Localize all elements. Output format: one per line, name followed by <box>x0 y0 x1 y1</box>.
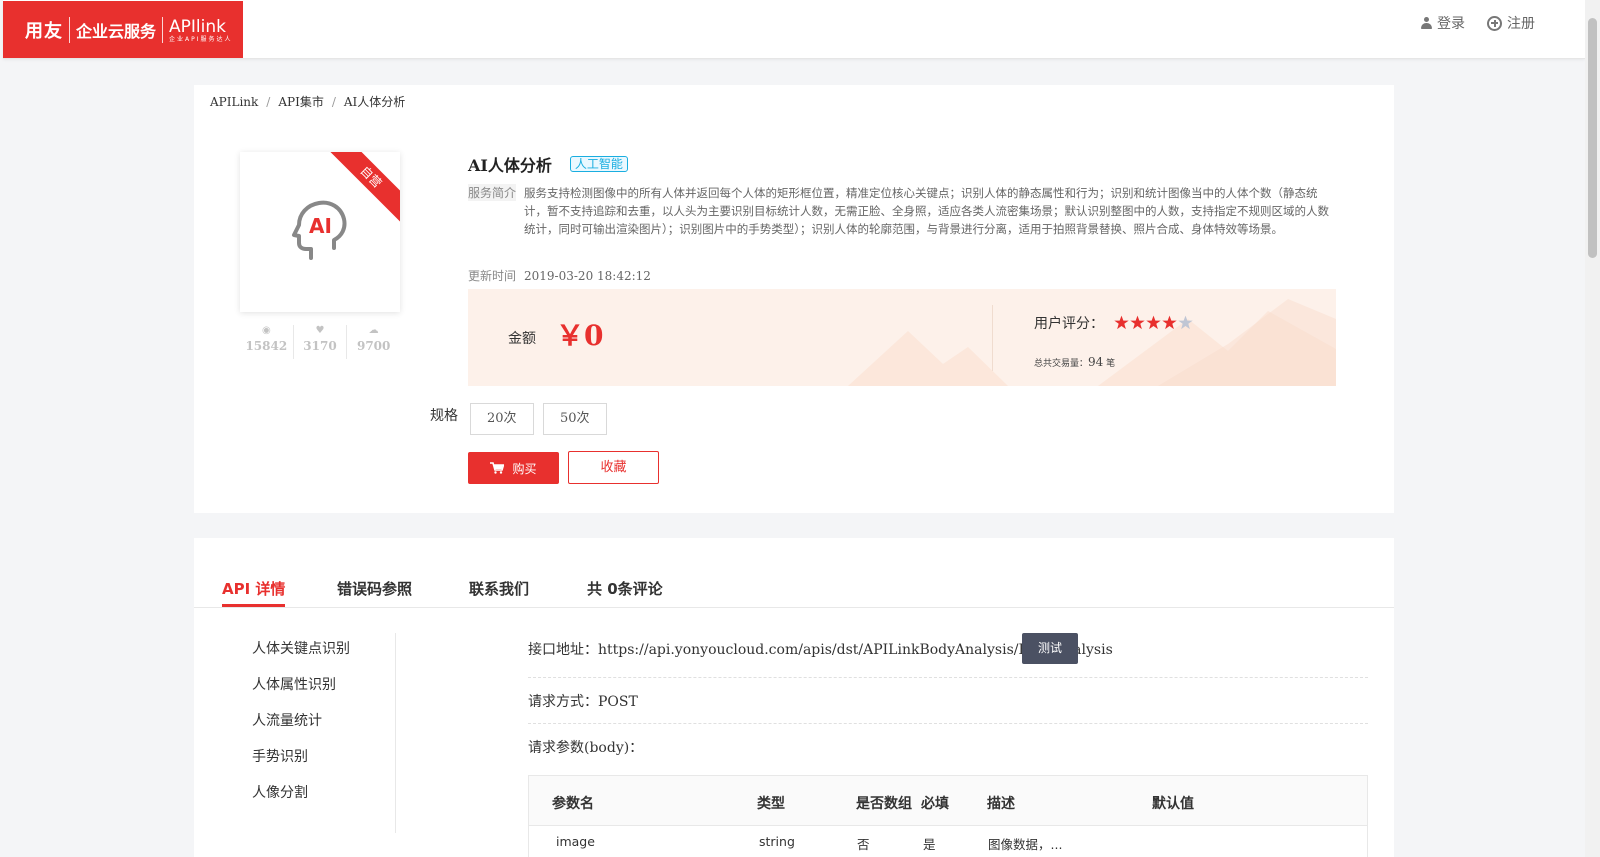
price-value: ￥0 <box>556 319 604 352</box>
api-sidebar: 人体关键点识别 人体属性识别 人流量统计 手势识别 人像分割 <box>234 633 396 833</box>
param-is-array: 否 <box>857 837 870 852</box>
spec-label: 规格 <box>430 408 458 424</box>
description-label: 服务简介 <box>468 184 517 201</box>
register-link[interactable]: 注册 <box>1487 13 1535 33</box>
product-stats: ◉ 15842 ♥ 3170 ☁ 9700 <box>240 325 400 359</box>
ai-icon-text: AI <box>309 214 332 238</box>
ai-head-icon: AI <box>292 200 347 260</box>
buy-button[interactable]: 购买 <box>468 452 559 484</box>
star-empty-icon <box>1178 315 1193 330</box>
star-filled-icon <box>1146 315 1161 330</box>
rating-stars <box>1114 315 1193 330</box>
breadcrumb-home[interactable]: APILink <box>210 95 258 109</box>
test-button[interactable]: 测试 <box>1022 633 1078 664</box>
logo-service: 企业云服务 <box>76 21 157 41</box>
sidebar-item-segmentation[interactable]: 人像分割 <box>252 782 308 802</box>
breadcrumb: APILink / API集市 / AI人体分析 <box>210 95 406 109</box>
cart-icon <box>490 462 505 474</box>
detail-tabs: API 详情 错误码参照 联系我们 共 0条评论 <box>194 538 1394 608</box>
logo-divider <box>69 16 70 43</box>
star-filled-icon <box>1130 315 1145 330</box>
star-filled-icon <box>1162 315 1177 330</box>
col-header-name: 参数名 <box>552 796 594 812</box>
account-actions: 登录 注册 <box>1421 13 1535 33</box>
spec-option-50[interactable]: 50次 <box>543 403 607 435</box>
price-panel: 金额 ￥0 用户评分： 总共交易量：94 笔 <box>468 289 1336 386</box>
category-tag[interactable]: 人工智能 <box>569 156 628 172</box>
product-description: 服务支持检测图像中的所有人体并返回每个人体的矩形框位置，精准定位核心关键点；识别… <box>524 186 1329 236</box>
logo-brand: 用友 <box>25 20 63 42</box>
cloud-icon: ☁ <box>368 325 379 336</box>
params-table: 参数名 类型 是否数组 必填 描述 默认值 image string 否 是 图… <box>528 775 1368 857</box>
param-required: 是 <box>923 837 936 852</box>
page-scrollbar[interactable] <box>1585 0 1600 857</box>
heart-icon: ♥ <box>315 325 325 336</box>
breadcrumb-current: AI人体分析 <box>343 95 406 109</box>
favorite-button[interactable]: 收藏 <box>568 451 659 484</box>
params-table-header: 参数名 类型 是否数组 必填 描述 默认值 <box>529 776 1367 826</box>
request-params-label: 请求参数(body)： <box>528 740 644 756</box>
rating-label: 用户评分： <box>1034 316 1104 332</box>
brand-logo[interactable]: 用友 企业云服务 APIlink 企业API服务达人 <box>3 1 243 58</box>
price-divider <box>992 305 993 371</box>
divider <box>528 723 1368 724</box>
logo-divider-2 <box>162 16 164 43</box>
col-header-type: 类型 <box>757 796 785 812</box>
likes-stat: ♥ 3170 <box>294 325 348 359</box>
param-name: image <box>556 834 595 849</box>
endpoint-url: 接口地址：https://api.yonyoucloud.com/apis/ds… <box>528 642 1113 658</box>
col-header-default: 默认值 <box>1152 796 1194 812</box>
sidebar-item-attributes[interactable]: 人体属性识别 <box>252 674 336 694</box>
tab-error-codes[interactable]: 错误码参照 <box>337 578 412 599</box>
sidebar-item-keypoints[interactable]: 人体关键点识别 <box>252 638 350 658</box>
tab-comments[interactable]: 共 0条评论 <box>587 578 663 599</box>
divider <box>528 677 1368 678</box>
trade-volume: 总共交易量：94 笔 <box>1034 355 1116 369</box>
star-filled-icon <box>1114 315 1129 330</box>
request-method: 请求方式：POST <box>528 694 638 710</box>
col-header-is-array: 是否数组 <box>856 796 912 812</box>
sidebar-item-people-count[interactable]: 人流量统计 <box>252 710 322 730</box>
api-detail-card: API 详情 错误码参照 联系我们 共 0条评论 人体关键点识别 人体属性识别 … <box>194 538 1394 857</box>
table-row: image string 否 是 图像数据，... <box>529 826 1367 857</box>
update-time: 更新时间 2019-03-20 18:42:12 <box>468 269 651 283</box>
spec-option-20[interactable]: 20次 <box>470 403 534 435</box>
scrollbar-thumb[interactable] <box>1588 18 1597 258</box>
top-navbar: 用友 企业云服务 APIlink 企业API服务达人 登录 注册 <box>3 0 1585 59</box>
eye-icon: ◉ <box>261 325 271 336</box>
param-desc: 图像数据，... <box>988 837 1063 852</box>
col-header-desc: 描述 <box>987 796 1015 812</box>
login-link[interactable]: 登录 <box>1421 13 1465 33</box>
plus-circle-icon <box>1487 15 1502 31</box>
views-stat: ◉ 15842 <box>240 325 294 359</box>
product-card: APILink / API集市 / AI人体分析 自营 AI ◉ 15842 ♥ 3170 … <box>194 85 1394 513</box>
tab-contact[interactable]: 联系我们 <box>469 578 529 599</box>
col-header-required: 必填 <box>921 796 949 812</box>
breadcrumb-market[interactable]: API集市 <box>278 95 323 109</box>
tab-api-detail[interactable]: API 详情 <box>222 578 286 607</box>
price-label: 金额 <box>508 331 536 347</box>
param-type: string <box>759 834 795 849</box>
downloads-stat: ☁ 9700 <box>347 325 400 359</box>
product-title: AI人体分析 人工智能 <box>468 152 628 176</box>
user-icon <box>1421 17 1432 29</box>
sidebar-item-gesture[interactable]: 手势识别 <box>252 746 308 766</box>
product-image: 自营 AI <box>240 152 400 312</box>
logo-product: APIlink 企业API服务达人 <box>169 16 233 43</box>
